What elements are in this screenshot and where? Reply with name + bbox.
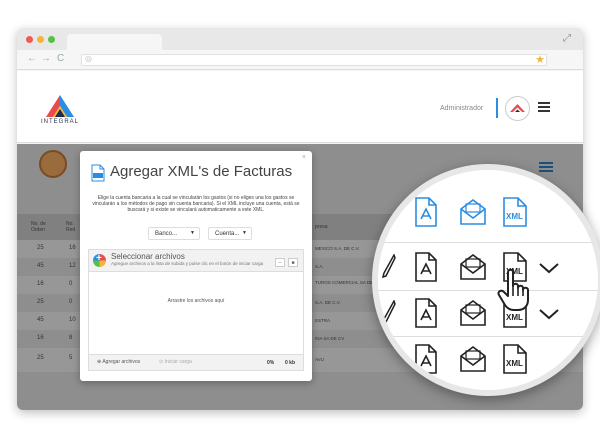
upload-circle-icon: ⊙ — [159, 359, 164, 365]
logo-triangle-icon — [46, 95, 74, 117]
back-icon[interactable]: ← — [27, 53, 37, 64]
drop-zone-text[interactable]: Arrastre los archivos aquí — [89, 298, 303, 304]
fullscreen-icon[interactable]: ⤢ — [563, 33, 571, 44]
browser-toolbar: ← → C ◎ ★ — [17, 50, 583, 70]
globe-icon: ◎ — [85, 54, 92, 63]
column-label: cta — [574, 200, 583, 206]
logo-text: INTEGRAL — [40, 119, 79, 125]
add-xml-modal: × Agregar XML's de Facturas Elige la cue… — [80, 151, 312, 381]
chevron-down-icon[interactable] — [538, 308, 560, 320]
zoom-magnifier: cta XML XML XML XML — [372, 164, 600, 396]
xml-download-icon[interactable]: XML — [502, 344, 528, 374]
chevron-down-icon[interactable] — [538, 262, 560, 274]
row-divider — [378, 290, 598, 291]
file-uploader: Seleccionar archivos Agregue archivos a … — [88, 249, 304, 371]
bank-select[interactable]: Banco... ▼ — [148, 227, 200, 240]
reload-icon[interactable]: C — [57, 53, 64, 64]
modal-description: Elige la cuenta bancaria a la cual se vi… — [92, 195, 300, 213]
uploader-option-button[interactable]: – — [275, 258, 285, 267]
svg-text:XML: XML — [506, 212, 523, 221]
add-files-plus-icon — [93, 253, 106, 267]
forward-icon[interactable]: → — [41, 53, 51, 64]
pdf-download-icon[interactable] — [414, 344, 438, 374]
hand-pointer-icon — [497, 268, 529, 311]
caret-down-icon: ▼ — [190, 230, 195, 236]
uploader-subtitle: Agregue archivos a la lista de subida y … — [111, 261, 264, 266]
add-files-button[interactable]: ⊕ Agregar archivos — [97, 359, 140, 365]
minimize-window-icon[interactable] — [37, 36, 44, 43]
column-header-order: No. de Orden — [31, 221, 46, 233]
browser-titlebar: ⤢ — [17, 28, 583, 50]
hamburger-menu-icon[interactable] — [538, 102, 550, 112]
plus-circle-icon: ⊕ — [97, 359, 102, 365]
send-email-icon[interactable] — [458, 252, 488, 282]
column-header-provider: presa — [315, 224, 328, 230]
uploader-footer: ⊕ Agregar archivos ⊙ Iniciar carga 0% 0 … — [89, 354, 303, 370]
edit-pencil-icon[interactable] — [382, 254, 396, 278]
pdf-download-icon[interactable] — [414, 252, 438, 282]
svg-text:XML: XML — [506, 359, 523, 368]
row-divider — [378, 242, 598, 243]
xml-file-icon — [91, 164, 105, 182]
modal-title: Agregar XML's de Facturas — [110, 163, 293, 180]
company-avatar[interactable] — [39, 150, 67, 178]
close-icon[interactable]: × — [302, 154, 306, 161]
user-role-label: Administrador — [440, 105, 484, 112]
browser-tab[interactable] — [67, 34, 162, 50]
maximize-window-icon[interactable] — [48, 36, 55, 43]
app-header: INTEGRAL Administrador — [17, 71, 583, 143]
xml-header-icon[interactable]: XML — [502, 197, 528, 227]
edit-pencil-icon[interactable] — [382, 300, 396, 324]
upload-size: 0 kb — [285, 360, 296, 366]
close-window-icon[interactable] — [26, 36, 33, 43]
email-header-icon[interactable] — [458, 197, 488, 227]
column-header-red: No. Red — [66, 221, 76, 233]
address-bar[interactable]: ◎ — [81, 54, 547, 66]
pdf-header-icon[interactable] — [414, 197, 438, 227]
user-avatar[interactable] — [505, 96, 530, 121]
send-email-icon[interactable] — [458, 344, 488, 374]
send-email-icon[interactable] — [458, 298, 488, 328]
uploader-delete-button[interactable]: ■ — [288, 258, 298, 267]
brand-chevron-icon — [510, 104, 525, 112]
bookmark-star-icon[interactable]: ★ — [535, 53, 545, 66]
integral-logo[interactable]: INTEGRAL — [35, 93, 85, 127]
uploader-header: Seleccionar archivos Agregue archivos a … — [89, 250, 303, 272]
svg-text:XML: XML — [506, 313, 523, 322]
pdf-download-icon[interactable] — [414, 298, 438, 328]
header-divider — [496, 98, 498, 118]
uploader-title: Seleccionar archivos — [111, 252, 185, 261]
account-select[interactable]: Cuenta... ▼ — [208, 227, 252, 240]
upload-percent: 0% — [267, 360, 275, 366]
screenshot-stage: ⤢ ← → C ◎ ★ INTEGRAL Administrador No. d… — [0, 0, 600, 435]
start-upload-button[interactable]: ⊙ Iniciar carga — [159, 359, 192, 365]
row-divider — [378, 336, 598, 337]
caret-down-icon: ▼ — [242, 230, 247, 236]
